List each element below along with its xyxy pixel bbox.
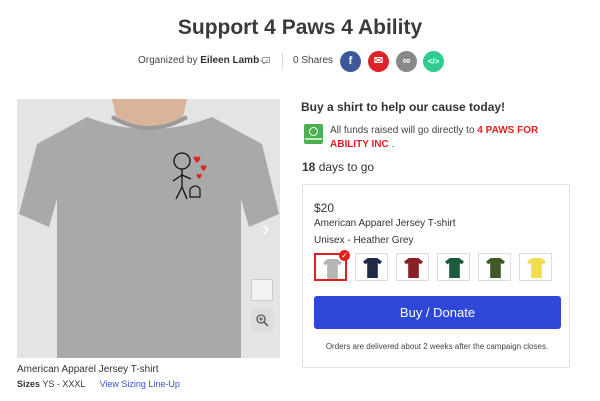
verified-charity-icon [304, 124, 323, 144]
zoom-icon[interactable] [251, 309, 273, 331]
funds-statement: All funds raised will go directly to 4 P… [330, 124, 570, 152]
color-swatch[interactable] [478, 253, 511, 281]
tshirt-icon [363, 258, 382, 278]
color-swatch[interactable] [437, 253, 470, 281]
tshirt-illustration: ♥ ♥ ♥ [17, 99, 280, 358]
divider [282, 53, 283, 70]
funds-suffix: . [391, 139, 395, 150]
copy-link-icon[interactable]: ∞ [396, 51, 417, 72]
email-share-icon[interactable]: ✉ [368, 51, 389, 72]
funds-text: All funds raised will go directly to [330, 125, 475, 136]
tshirt-icon [323, 259, 342, 279]
price: $20 [314, 201, 335, 215]
product-thumbnail[interactable] [251, 279, 273, 301]
buy-donate-button[interactable]: Buy / Donate [314, 296, 561, 329]
campaign-meta: Organized by Eileen Lamb 0 Shares f ✉ ∞ … [0, 51, 600, 73]
sizes-value: YS - XXXL [42, 379, 86, 389]
delivery-note: Orders are delivered about 2 weeks after… [325, 342, 549, 351]
tshirt-icon [486, 258, 505, 278]
product-image: ♥ ♥ ♥ [17, 99, 280, 358]
page-title: Support 4 Paws 4 Ability [177, 16, 423, 39]
selected-variant: Unisex - Heather Grey [314, 235, 414, 246]
organizer-name[interactable]: Eileen Lamb [200, 55, 259, 66]
sizes-row: Sizes YS - XXXL View Sizing Line-Up [17, 379, 180, 389]
tshirt-icon [445, 258, 464, 278]
color-swatch[interactable] [396, 253, 429, 281]
color-swatch[interactable]: ✓ [314, 250, 350, 281]
days-remaining: 18 days to go [302, 160, 374, 174]
svg-text:♥: ♥ [200, 164, 207, 173]
days-text: days to go [318, 160, 375, 174]
svg-text:♥: ♥ [196, 173, 202, 181]
selected-check-icon: ✓ [339, 250, 350, 261]
contact-organizer-icon[interactable] [262, 57, 270, 63]
facebook-share-icon[interactable]: f [340, 51, 361, 72]
next-image-chevron-icon[interactable]: › [262, 218, 274, 240]
product-name: American Apparel Jersey T-shirt [17, 364, 159, 375]
shares-count: 0 Shares [293, 55, 334, 66]
sizes-label: Sizes [17, 379, 41, 389]
organizer-line: Organized by Eileen Lamb [138, 55, 259, 66]
organized-by-label: Organized by [138, 55, 198, 66]
card-product-name: American Apparel Jersey T-shirt [314, 218, 456, 229]
campaign-headline: Buy a shirt to help our cause today! [301, 100, 506, 114]
color-swatch[interactable] [355, 253, 388, 281]
tshirt-icon [527, 258, 546, 278]
tshirt-icon [404, 258, 423, 278]
sizing-lineup-link[interactable]: View Sizing Line-Up [100, 379, 180, 389]
purchase-card: $20 American Apparel Jersey T-shirt Unis… [302, 184, 570, 368]
color-swatch[interactable] [519, 253, 552, 281]
days-number: 18 [302, 160, 316, 174]
embed-code-icon[interactable]: </> [423, 51, 444, 72]
